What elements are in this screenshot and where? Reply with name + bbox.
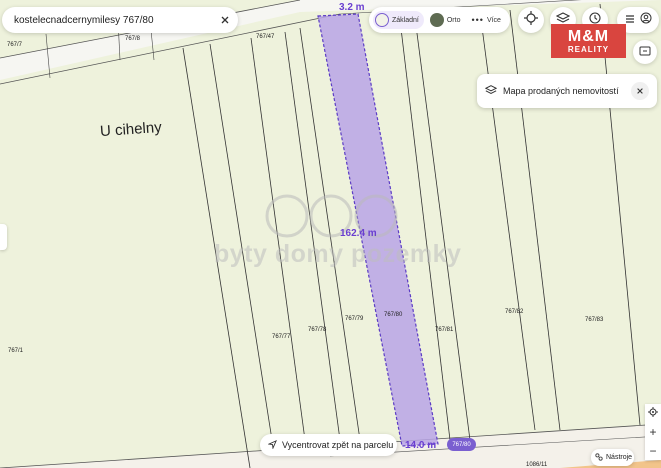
layer-more-label: Více [486,16,501,24]
parcel-label: 767/79 [345,316,364,322]
measure-bottom: 14.0 m [405,440,437,451]
sold-properties-panel[interactable]: Mapa prodaných nemovitostí [477,74,657,108]
layer-basic[interactable]: Základní [373,11,424,29]
layer-switcher[interactable]: Základní Orto ••• Více [369,7,510,33]
parcel-badge: 767/80 [447,438,476,451]
cadastral-map[interactable]: 767/7 767/8 767/47 767/1 767/77 767/78 7… [0,0,661,468]
parcel-label: 767/7 [7,42,23,48]
zoom-out-button[interactable]: − [649,444,656,458]
parcel-label: 767/81 [435,327,454,333]
parcel-label: 767/80 [384,312,403,318]
menu-icon[interactable] [625,11,635,29]
parcel-label: 767/82 [505,309,524,315]
more-icon: ••• [471,15,484,25]
layer-basic-thumb [375,13,389,27]
tools-icon [595,452,603,463]
user-icon[interactable] [640,11,652,29]
side-panel-handle[interactable] [0,224,7,250]
navigation-arrow-icon [267,439,277,451]
parcel-label: 767/78 [308,327,327,333]
layer-ortho-label: Orto [446,16,461,24]
cast-icon [639,43,651,61]
locate-icon[interactable] [648,406,658,420]
recenter-label: Vycentrovat zpět na parcelu [282,440,394,450]
parcel-label: 1086/11 [526,462,548,468]
cast-button[interactable] [633,40,657,64]
recenter-button[interactable]: Vycentrovat zpět na parcelu [260,434,397,456]
parcel-label: 767/8 [125,36,141,42]
zoom-control[interactable]: + − [645,404,661,460]
parcel-label: 767/47 [256,34,275,40]
tools-label: Nástroje [606,454,633,461]
mm-reality-logo: M&M REALITY [551,24,626,58]
locate-parcel-button[interactable] [518,7,544,33]
measure-length: 162.4 m [340,228,377,239]
parcel-label: 767/83 [585,317,604,323]
measure-top: 3.2 m [339,2,365,13]
sold-properties-label: Mapa prodaných nemovitostí [503,86,619,96]
layer-ortho-thumb [429,13,444,27]
layer-basic-label: Základní [392,16,419,24]
tools-button[interactable]: Nástroje [591,449,634,466]
close-icon[interactable] [631,82,649,100]
watermark-text: byty domy pozemky [214,240,462,268]
parcel-label: 767/77 [272,334,291,340]
layer-more[interactable]: ••• Více [469,13,505,27]
layers-icon [484,84,498,98]
layer-ortho[interactable]: Orto [428,11,466,29]
crosshair-icon [524,10,538,30]
zoom-in-button[interactable]: + [649,425,656,439]
search-input[interactable]: kostelecnadcernymilesy 767/80 [14,15,220,26]
close-icon[interactable] [220,15,230,25]
search-bar[interactable]: kostelecnadcernymilesy 767/80 [2,7,238,33]
parcel-label: 767/1 [8,348,24,354]
